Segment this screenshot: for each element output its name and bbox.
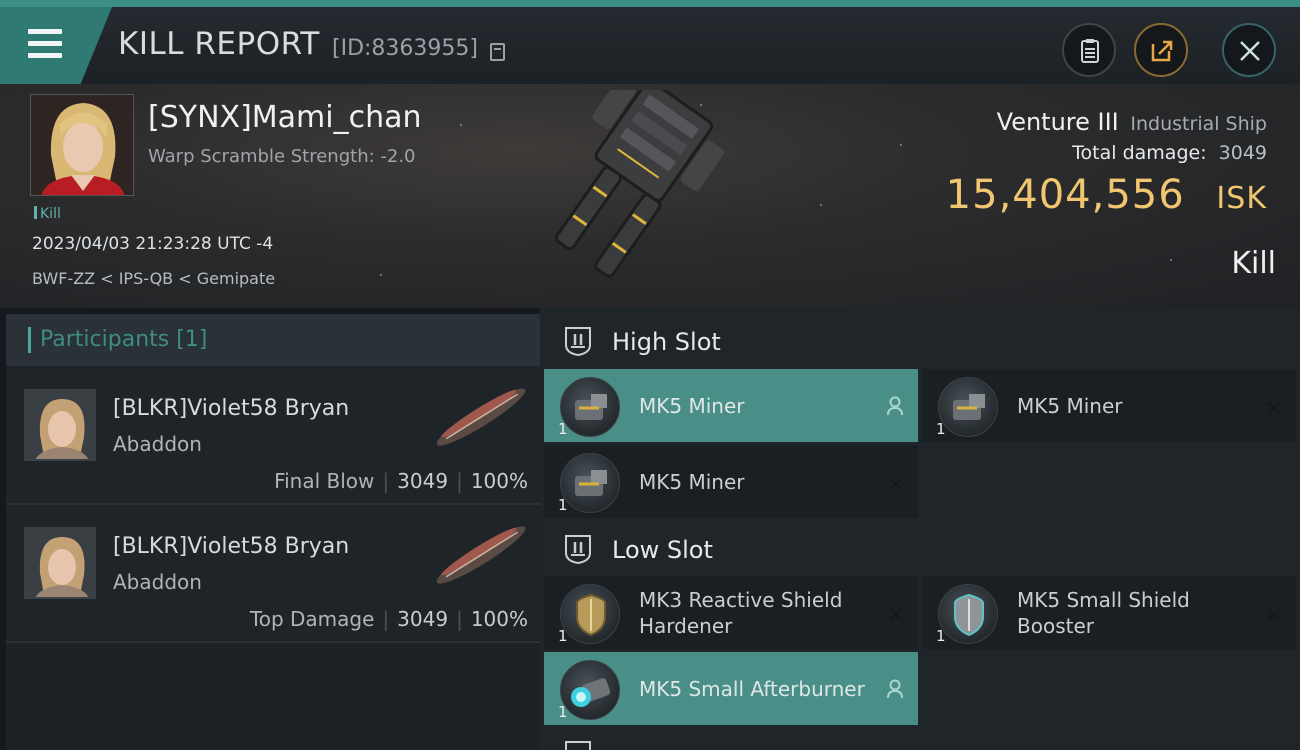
module-item[interactable]: 1 MK5 Small Afterburner — [544, 652, 918, 725]
clipboard-icon — [1081, 39, 1099, 63]
participant-ship-image — [436, 526, 526, 584]
participant-stats: Final Blow | 3049 | 100% — [274, 469, 528, 493]
participant-row[interactable]: [BLKR]Violet58 Bryan Abaddon Final Blow |… — [6, 369, 540, 505]
page-title: KILL REPORT — [118, 26, 320, 62]
module-quantity: 1 — [558, 627, 568, 645]
total-damage-value: 3049 — [1218, 142, 1267, 164]
shield-hardener-icon — [560, 584, 620, 644]
participant-percent: 100% — [470, 469, 528, 493]
module-quantity: 1 — [558, 420, 568, 438]
module-item[interactable]: 1 MK3 Reactive Shield Hardener ✕ — [544, 576, 918, 649]
participant-damage: 3049 — [397, 469, 449, 493]
total-damage-label: Total damage: — [1072, 142, 1207, 164]
kill-tag: Kill — [34, 206, 61, 222]
isk-amount: 15,404,556 — [945, 172, 1185, 218]
participant-ship: Abaddon — [113, 570, 202, 594]
miner-icon — [560, 453, 620, 513]
participants-header: Participants [1] — [6, 314, 540, 366]
module-quantity: 1 — [558, 496, 568, 514]
share-icon — [1151, 40, 1173, 62]
afterburner-icon — [560, 660, 620, 720]
isk-unit: ISK — [1216, 181, 1267, 216]
close-icon — [1240, 41, 1260, 61]
module-quantity: 1 — [936, 627, 946, 645]
top-bar: KILL REPORT [ID:8363955] — [0, 0, 1300, 84]
kill-timestamp: 2023/04/03 21:23:28 UTC -4 — [32, 234, 274, 254]
participant-role: Top Damage — [249, 607, 375, 631]
miner-icon — [938, 377, 998, 437]
result-label: Kill — [1231, 246, 1276, 281]
share-button[interactable] — [1134, 23, 1188, 77]
participant-name[interactable]: [BLKR]Violet58 Bryan — [113, 396, 349, 421]
isk-value: 15,404,556 ISK — [946, 172, 1267, 218]
menu-button[interactable] — [0, 7, 112, 84]
participant-ship: Abaddon — [113, 432, 202, 456]
module-name: MK3 Reactive Shield Hardener — [639, 587, 843, 638]
participant-portrait[interactable] — [24, 389, 96, 461]
person-icon — [886, 396, 904, 421]
warp-scramble-strength: Warp Scramble Strength: -2.0 — [148, 146, 416, 167]
victim-ship-image[interactable] — [530, 90, 770, 305]
mid-slot-header-partial — [544, 733, 1294, 750]
victim-portrait[interactable] — [30, 94, 134, 196]
destroyed-x-icon: ✕ — [1265, 603, 1282, 627]
mid-slot-icon — [565, 741, 591, 750]
participant-percent: 100% — [470, 607, 528, 631]
kill-location[interactable]: BWF-ZZ < IPS-QB < Gemipate — [32, 269, 275, 288]
module-item[interactable]: 1 MK5 Miner ✕ — [922, 369, 1296, 442]
destroyed-x-icon: ✕ — [1265, 396, 1282, 420]
module-item[interactable]: 1 MK5 Small Shield Booster ✕ — [922, 576, 1296, 649]
module-quantity: 1 — [936, 420, 946, 438]
shield-booster-icon — [938, 584, 998, 644]
total-damage: Total damage: 3049 — [1072, 142, 1267, 164]
high-slot-title: High Slot — [612, 328, 721, 356]
close-button[interactable] — [1222, 23, 1276, 77]
module-item[interactable]: 1 MK5 Miner ✕ — [544, 445, 918, 518]
report-id: [ID:8363955] — [332, 36, 478, 61]
low-slot-icon — [565, 535, 591, 565]
person-icon — [886, 679, 904, 704]
low-slot-header: Low Slot — [540, 518, 1300, 580]
high-slot-header: High Slot — [540, 310, 1300, 372]
miner-icon — [560, 377, 620, 437]
copy-icon[interactable] — [490, 43, 505, 61]
module-name: MK5 Small Shield Booster — [1017, 587, 1190, 638]
participant-name[interactable]: [BLKR]Violet58 Bryan — [113, 534, 349, 559]
participant-portrait[interactable] — [24, 527, 96, 599]
module-item[interactable]: 1 MK5 Miner — [544, 369, 918, 442]
victim-ship[interactable]: Venture III Industrial Ship — [997, 108, 1267, 136]
participant-stats: Top Damage | 3049 | 100% — [249, 607, 528, 631]
fitting-panel: High Slot 1 MK5 Miner 1 MK5 Miner ✕ 1 MK… — [540, 308, 1300, 750]
low-slot-title: Low Slot — [612, 536, 713, 564]
module-name: MK5 Miner — [639, 393, 745, 418]
module-name: MK5 Small Afterburner — [639, 676, 865, 701]
participants-title: Participants [1] — [40, 327, 208, 352]
high-slot-icon — [565, 327, 591, 357]
module-quantity: 1 — [558, 703, 568, 721]
victim-banner: [SYNX]Mami_chan Warp Scramble Strength: … — [0, 84, 1300, 308]
module-name: MK5 Miner — [639, 469, 745, 494]
participant-damage: 3049 — [397, 607, 449, 631]
participant-role: Final Blow — [274, 469, 375, 493]
participant-ship-image — [436, 388, 526, 446]
victim-name[interactable]: [SYNX]Mami_chan — [148, 100, 422, 135]
victim-ship-name: Venture III — [996, 108, 1119, 136]
destroyed-x-icon: ✕ — [887, 603, 904, 627]
participant-row[interactable]: [BLKR]Violet58 Bryan Abaddon Top Damage |… — [6, 507, 540, 643]
destroyed-x-icon: ✕ — [887, 472, 904, 496]
participants-panel: Participants [1] [BLKR]Violet58 Bryan Ab… — [6, 314, 540, 750]
clipboard-button[interactable] — [1062, 23, 1116, 77]
module-name: MK5 Miner — [1017, 393, 1123, 418]
victim-ship-class: Industrial Ship — [1130, 113, 1267, 135]
